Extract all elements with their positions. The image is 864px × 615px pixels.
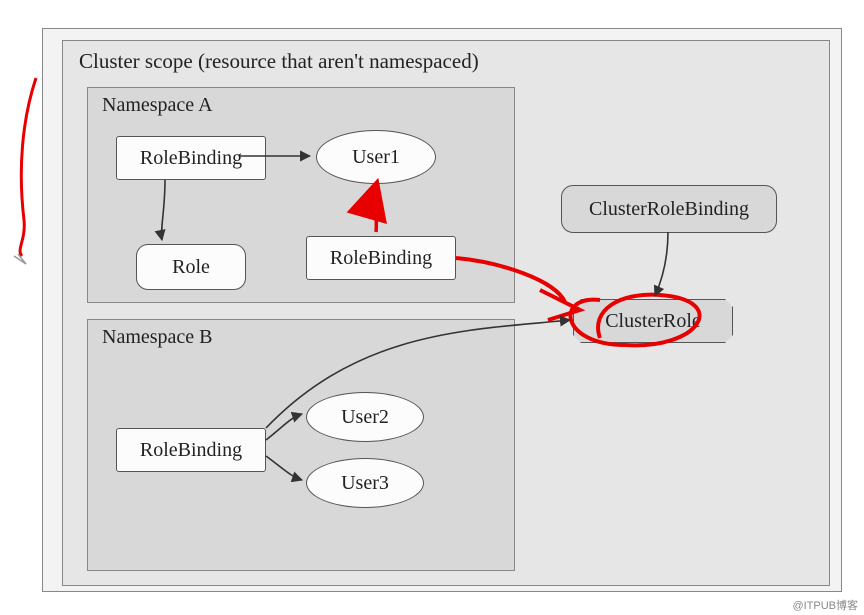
role-node: Role — [136, 244, 246, 290]
annotation-left-margin-scribble — [20, 78, 36, 256]
clusterrole-node: ClusterRole — [573, 299, 733, 343]
cluster-scope-title: Cluster scope (resource that aren't name… — [79, 49, 479, 74]
annotation-cursor-mark — [14, 254, 26, 264]
watermark: @ITPUB博客 — [792, 597, 858, 613]
user3-node: User3 — [306, 458, 424, 508]
rolebinding-a2-node: RoleBinding — [306, 236, 456, 280]
cluster-scope-box: Cluster scope (resource that aren't name… — [62, 40, 830, 586]
rolebinding-b-node: RoleBinding — [116, 428, 266, 472]
user2-node: User2 — [306, 392, 424, 442]
namespace-b-title: Namespace B — [102, 326, 213, 349]
user1-node: User1 — [316, 130, 436, 184]
clusterrolebinding-node: ClusterRoleBinding — [561, 185, 777, 233]
rolebinding-a1-node: RoleBinding — [116, 136, 266, 180]
namespace-b-box: Namespace B RoleBinding User2 User3 — [87, 319, 515, 571]
namespace-a-box: Namespace A RoleBinding User1 Role RoleB… — [87, 87, 515, 303]
namespace-a-title: Namespace A — [102, 94, 213, 117]
